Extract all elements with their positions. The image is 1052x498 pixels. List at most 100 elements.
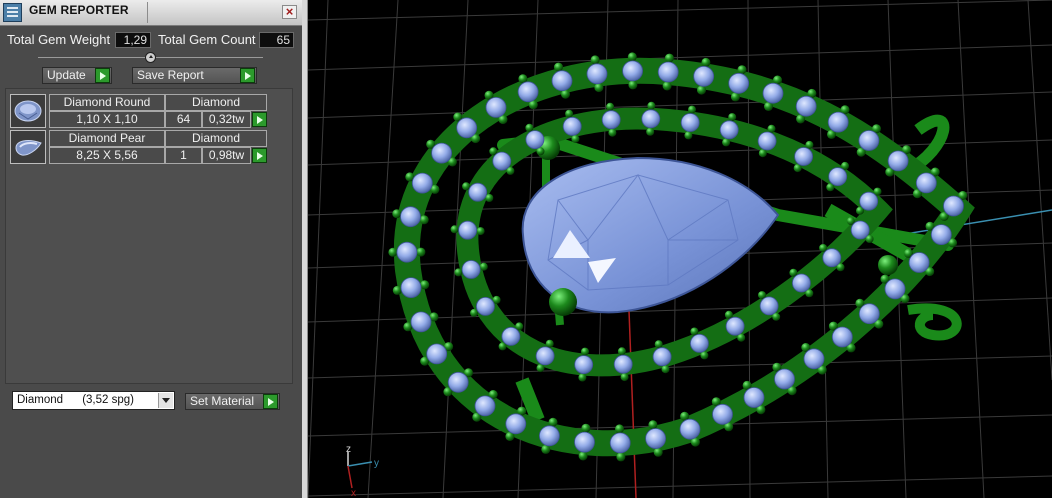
round-stone (652, 347, 672, 367)
round-stone (641, 109, 661, 129)
round-stone (757, 131, 777, 151)
prong-bead (648, 420, 658, 430)
round-stone (505, 413, 527, 435)
prong-bead (661, 365, 670, 374)
prong-bead (646, 127, 655, 136)
round-stone (827, 111, 849, 133)
prong-bead (701, 57, 711, 67)
round-stone (725, 316, 745, 336)
prong-bead (653, 447, 663, 457)
panel-slider-knob[interactable] (145, 52, 156, 63)
round-stone (535, 346, 555, 366)
round-stone (517, 81, 539, 103)
prong-bead (581, 347, 589, 356)
green-play-arrow-icon (263, 394, 278, 409)
window-title: GEM REPORTER (29, 3, 129, 17)
round-stone (538, 425, 560, 447)
chevron-down-icon[interactable] (158, 393, 173, 408)
gem-name-cell: Diamond Round (49, 94, 165, 111)
prong-bead (392, 285, 402, 295)
save-report-button[interactable]: Save Report (132, 67, 257, 84)
prong-bead (615, 424, 624, 434)
prong-bead (578, 451, 588, 461)
round-stone (447, 371, 469, 393)
viewport-canvas[interactable]: z y x (308, 0, 1052, 498)
prong-bead (545, 339, 554, 348)
prong-bead (419, 215, 429, 225)
prong-bead (590, 55, 600, 65)
prong-bead (479, 262, 488, 271)
prong-bead (581, 423, 591, 433)
prong-bead (578, 373, 587, 382)
gem-material-cell: Diamond (165, 130, 267, 147)
axis-z-label: z (346, 444, 351, 455)
gem-row-diamond-round[interactable]: Diamond Round Diamond 1,10 X 1,10 64 0,3… (10, 94, 268, 128)
set-material-button[interactable]: Set Material (185, 393, 280, 410)
update-button-label: Update (47, 68, 86, 82)
title-separator (147, 2, 148, 23)
round-stone (858, 303, 880, 325)
round-stone (679, 418, 701, 440)
round-stone (795, 95, 817, 117)
round-stone (492, 151, 512, 171)
round-stone (501, 326, 521, 346)
gem-size-cell: 8,25 X 5,56 (49, 147, 165, 164)
gem-weight-cell: 0,32tw (202, 111, 251, 128)
round-stone (728, 72, 750, 94)
round-stone (850, 220, 870, 240)
round-stone (458, 220, 478, 240)
round-stone (645, 428, 667, 449)
round-stone (461, 260, 481, 279)
round-stone (884, 278, 906, 300)
round-stone (410, 311, 432, 333)
round-stone (828, 167, 848, 187)
gem-size-cell: 1,10 X 1,10 (49, 111, 165, 128)
prong-bead (737, 65, 747, 75)
round-stone (400, 206, 421, 228)
prong-bead (684, 131, 693, 140)
round-stone (759, 296, 779, 316)
round-stone (680, 113, 700, 132)
green-play-arrow-icon[interactable] (252, 148, 267, 163)
title-bar[interactable]: GEM REPORTER × (0, 0, 302, 26)
gem-material-cell: Diamond (165, 94, 267, 111)
round-stone (609, 432, 631, 454)
prong-bead (620, 373, 629, 382)
round-stone (719, 120, 739, 140)
prong-bead (594, 83, 604, 93)
round-stone (551, 70, 573, 92)
prong-bead (571, 134, 580, 143)
round-stone (791, 273, 811, 293)
round-stone (431, 142, 453, 164)
prong-bead (700, 351, 709, 360)
total-gem-count-value: 65 (259, 32, 294, 48)
round-stone (693, 65, 715, 87)
prong-bead (627, 52, 637, 62)
green-play-arrow-icon[interactable] (252, 112, 267, 127)
prong-bead (388, 247, 398, 257)
round-stone (859, 191, 879, 211)
prong-bead (554, 62, 563, 72)
round-stone (474, 395, 496, 417)
prong-bead (541, 444, 551, 454)
prong-bead (688, 105, 696, 114)
round-stone (411, 172, 433, 194)
close-icon[interactable]: × (282, 5, 297, 19)
round-stone (562, 116, 582, 136)
prong-bead (416, 247, 426, 257)
round-stone (803, 348, 825, 370)
gem-name-cell: Diamond Pear (49, 130, 165, 147)
round-stone (858, 130, 880, 151)
prong-bead (476, 227, 485, 236)
material-select[interactable]: Diamond (3,52 spg) (12, 391, 175, 410)
axis-gizmo: z y x (346, 444, 379, 498)
set-material-button-label: Set Material (190, 394, 255, 408)
prong-bead (454, 268, 463, 277)
gem-row-diamond-pear[interactable]: Diamond Pear Diamond 8,25 X 5,56 1 0,98t… (10, 130, 268, 164)
prong-bead (722, 138, 731, 147)
update-button[interactable]: Update (42, 67, 112, 84)
round-gem-icon (10, 94, 46, 128)
prong-bead (606, 102, 615, 111)
3d-viewport[interactable]: z y x (308, 0, 1052, 498)
round-stone (712, 403, 733, 425)
